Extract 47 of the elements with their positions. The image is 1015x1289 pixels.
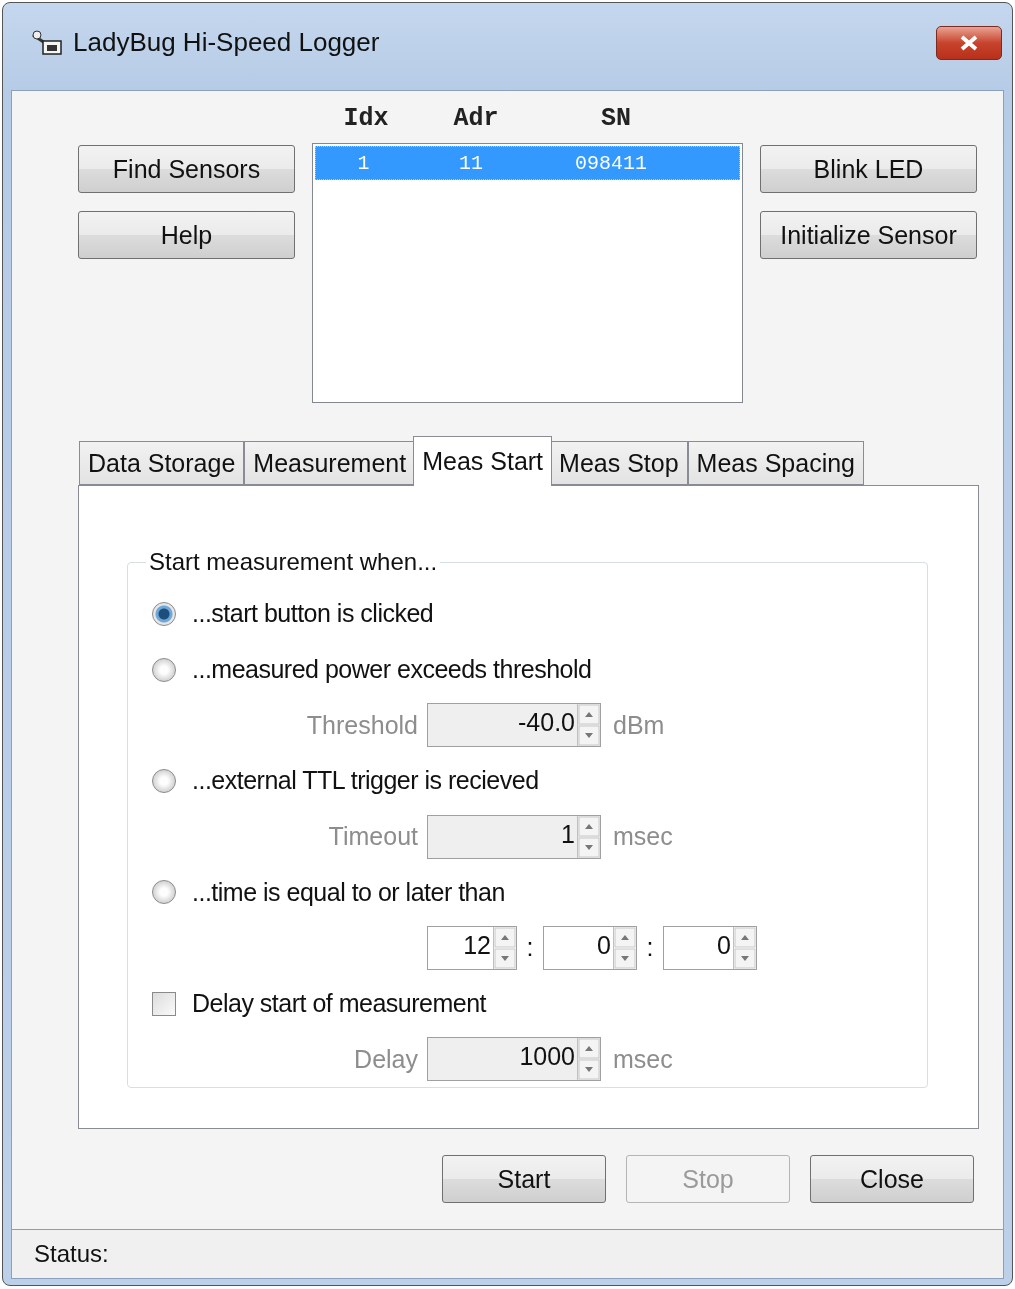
radio-label[interactable]: ...start button is clicked bbox=[192, 599, 434, 629]
spin-field[interactable]: 12 bbox=[427, 925, 517, 970]
action-button[interactable]: Close bbox=[810, 1155, 974, 1203]
time-separator: : bbox=[525, 933, 535, 963]
action-button[interactable]: Initialize Sensor bbox=[760, 211, 977, 259]
column-header: SN bbox=[600, 104, 632, 133]
field-label: Threshold bbox=[305, 710, 418, 740]
radio-label[interactable]: ...time is equal to or later than bbox=[192, 877, 505, 907]
unit-label: dBm bbox=[613, 710, 665, 740]
spin-field[interactable]: 0 bbox=[663, 925, 757, 970]
action-button[interactable]: Start bbox=[442, 1155, 606, 1203]
spin-arrows-icon[interactable] bbox=[613, 926, 636, 969]
radio-label[interactable]: ...external TTL trigger is recieved bbox=[192, 766, 539, 796]
field-label: Timeout bbox=[327, 822, 418, 851]
tab[interactable]: Meas Spacing bbox=[687, 441, 864, 485]
action-button[interactable]: Find Sensors bbox=[78, 145, 295, 193]
radio-label[interactable]: ...measured power exceeds threshold bbox=[192, 655, 592, 684]
checkbox[interactable] bbox=[152, 991, 176, 1016]
window-title: LadyBug Hi-Speed Logger bbox=[73, 27, 381, 58]
field-label: Delay bbox=[353, 1044, 418, 1074]
unit-label: msec bbox=[613, 822, 673, 851]
logger-icon bbox=[31, 28, 65, 57]
action-button[interactable]: Blink LED bbox=[760, 145, 977, 193]
column-header: Idx bbox=[342, 104, 390, 133]
radio-button[interactable] bbox=[152, 657, 176, 682]
tab[interactable]: Meas Stop bbox=[550, 441, 688, 485]
radio-button[interactable] bbox=[152, 601, 176, 626]
action-button[interactable]: Help bbox=[78, 211, 295, 259]
spin-arrows-icon[interactable] bbox=[577, 1038, 600, 1081]
close-icon bbox=[958, 33, 980, 52]
group-title: Start measurement when... bbox=[148, 548, 439, 576]
unit-label: msec bbox=[613, 1044, 673, 1074]
radio-button[interactable] bbox=[152, 880, 176, 905]
spin-arrows-icon[interactable] bbox=[577, 815, 600, 858]
tab[interactable]: Data Storage bbox=[79, 441, 245, 485]
spin-arrows-icon[interactable] bbox=[493, 926, 516, 969]
checkbox-label[interactable]: Delay start of measurement bbox=[192, 989, 487, 1019]
tab[interactable]: Measurement bbox=[244, 441, 416, 485]
spin-arrows-icon[interactable] bbox=[577, 704, 600, 747]
time-separator: : bbox=[645, 933, 655, 963]
radio-button[interactable] bbox=[152, 768, 176, 793]
close-button[interactable] bbox=[936, 25, 1002, 60]
spin-field[interactable]: 0 bbox=[543, 925, 637, 970]
column-header: Adr bbox=[452, 104, 500, 133]
spin-arrows-icon[interactable] bbox=[733, 926, 756, 969]
tab[interactable]: Meas Start bbox=[413, 436, 553, 486]
status-label: Status: bbox=[34, 1240, 109, 1268]
